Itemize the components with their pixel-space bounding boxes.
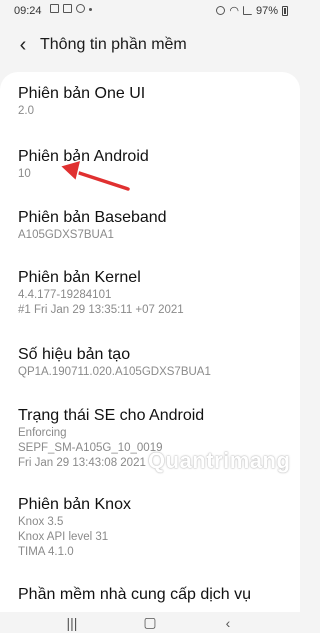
- battery-percent: 97%: [255, 4, 278, 17]
- item-value: TIMA 4.1.0: [18, 546, 74, 558]
- list-item-kernel[interactable]: Phiên bản Kernel 4.4.177-19284101 #1 Fri…: [18, 268, 290, 318]
- list-item-android-version[interactable]: Phiên bản Android 10: [18, 147, 290, 182]
- home-icon[interactable]: ▢: [130, 612, 170, 633]
- item-value: 2.0: [18, 105, 34, 117]
- page-title: Thông tin phần mềm: [40, 36, 187, 53]
- status-right: ◠ 97%: [216, 4, 288, 17]
- item-title: Số hiệu bản tạo: [18, 346, 131, 363]
- item-value: Knox API level 31: [18, 531, 109, 543]
- list-item-carrier-software[interactable]: Phần mềm nhà cung cấp dịch vụ: [18, 585, 290, 605]
- status-time: 09:24: [14, 5, 42, 17]
- item-title: Phiên bản Kernel: [18, 269, 141, 286]
- back-arrow-icon[interactable]: ‹: [12, 34, 34, 56]
- list-item-one-ui[interactable]: Phiên bản One UI 2.0: [18, 84, 290, 119]
- gallery-notification-icon: [50, 4, 59, 13]
- item-value: Knox 3.5: [18, 516, 64, 528]
- item-value: A105GDXS7BUA1: [18, 229, 114, 241]
- list-item-build-number[interactable]: Số hiệu bản tạo QP1A.190711.020.A105GDXS…: [18, 345, 290, 380]
- settings-list: Phiên bản One UI 2.0 Phiên bản Android 1…: [0, 72, 300, 612]
- sync-notification-icon: [76, 4, 85, 13]
- notification-icons: [50, 4, 92, 13]
- status-bar: 09:24 ◠ 97%: [0, 0, 300, 24]
- item-title: Phần mềm nhà cung cấp dịch vụ: [18, 586, 252, 603]
- item-value: QP1A.190711.020.A105GDXS7BUA1: [18, 366, 211, 378]
- watermark-text: Quantrimang: [148, 448, 291, 473]
- recent-apps-icon[interactable]: |||: [52, 612, 92, 633]
- list-item-baseband[interactable]: Phiên bản Baseband A105GDXS7BUA1: [18, 208, 290, 243]
- item-value: #1 Fri Jan 29 13:35:11 +07 2021: [18, 304, 184, 316]
- battery-icon: [282, 5, 288, 16]
- wifi-icon: ◠: [229, 5, 239, 17]
- item-title: Phiên bản Knox: [18, 496, 131, 513]
- item-value: Enforcing: [18, 427, 67, 439]
- signal-icon: [242, 6, 252, 15]
- item-title: Phiên bản Baseband: [18, 209, 167, 226]
- navigation-bar: ||| ▢ ‹: [0, 612, 300, 633]
- item-title: Phiên bản Android: [18, 148, 149, 165]
- item-value: 4.4.177-19284101: [18, 289, 112, 301]
- more-notifications-icon: [89, 8, 92, 11]
- item-title: Phiên bản One UI: [18, 85, 146, 102]
- app-bar: ‹ Thông tin phần mềm: [0, 24, 300, 68]
- alarm-icon: [216, 6, 226, 15]
- item-value: 10: [18, 168, 31, 180]
- back-icon[interactable]: ‹: [208, 612, 248, 633]
- message-notification-icon: [63, 4, 72, 13]
- list-item-knox[interactable]: Phiên bản Knox Knox 3.5 Knox API level 3…: [18, 495, 290, 560]
- item-title: Trạng thái SE cho Android: [18, 407, 205, 424]
